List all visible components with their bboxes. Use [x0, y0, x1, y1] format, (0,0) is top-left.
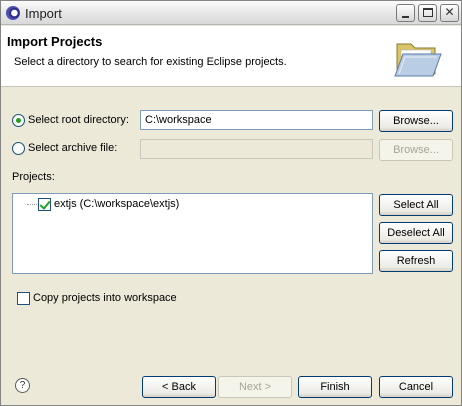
window-title: Import	[25, 6, 62, 21]
root-directory-radio[interactable]	[12, 114, 25, 127]
archive-file-label[interactable]: Select archive file:	[28, 142, 117, 154]
eclipse-icon	[6, 6, 20, 20]
maximize-button[interactable]	[418, 4, 437, 22]
archive-file-radio[interactable]	[12, 142, 25, 155]
folder-icon	[394, 43, 442, 77]
copy-projects-checkbox[interactable]	[17, 292, 30, 305]
browse-root-button[interactable]: Browse...	[379, 110, 453, 132]
cancel-button[interactable]: Cancel	[379, 376, 453, 398]
deselect-all-button[interactable]: Deselect All	[379, 222, 453, 244]
archive-file-input[interactable]	[140, 139, 373, 159]
select-all-button[interactable]: Select All	[379, 194, 453, 216]
page-description: Select a directory to search for existin…	[14, 56, 287, 68]
copy-projects-label[interactable]: Copy projects into workspace	[33, 292, 177, 304]
browse-archive-button[interactable]: Browse...	[379, 139, 453, 161]
page-title: Import Projects	[7, 34, 103, 49]
maximize-icon	[423, 8, 433, 17]
project-item-extjs[interactable]: extjs (C:\workspace\extjs)	[54, 198, 179, 210]
back-button[interactable]: < Back	[142, 376, 216, 398]
import-dialog: Import ✕ Import Projects Select a direct…	[0, 0, 462, 406]
root-directory-label[interactable]: Select root directory:	[28, 114, 129, 126]
refresh-button[interactable]: Refresh	[379, 250, 453, 272]
minimize-button[interactable]	[396, 4, 415, 22]
help-icon[interactable]: ?	[15, 378, 30, 393]
close-icon: ✕	[444, 5, 455, 19]
root-directory-input[interactable]: C:\workspace	[140, 110, 373, 130]
header-banner: Import Projects Select a directory to se…	[1, 26, 461, 87]
projects-tree[interactable]: extjs (C:\workspace\extjs)	[12, 193, 373, 274]
project-checkbox-extjs[interactable]	[38, 198, 51, 211]
title-bar[interactable]: Import ✕	[1, 1, 461, 25]
next-button[interactable]: Next >	[218, 376, 292, 398]
minimize-icon	[402, 16, 409, 18]
projects-label: Projects:	[12, 171, 55, 183]
tree-connector	[27, 204, 37, 205]
finish-button[interactable]: Finish	[298, 376, 372, 398]
close-button[interactable]: ✕	[440, 4, 459, 22]
